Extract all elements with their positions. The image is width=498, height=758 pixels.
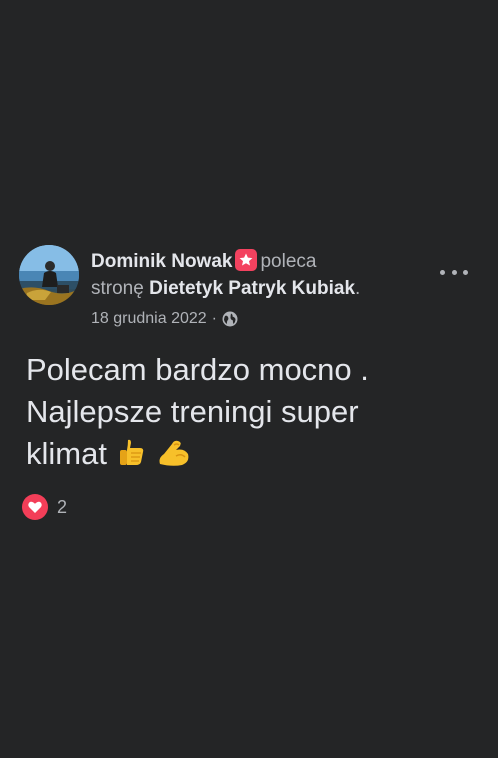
separator-dot: · — [211, 310, 217, 327]
flexed-biceps-emoji — [156, 436, 192, 479]
avatar-photo — [19, 245, 79, 305]
post-text-line3: klimat — [26, 433, 466, 479]
avatar[interactable] — [19, 245, 79, 305]
more-dot — [451, 269, 457, 275]
post-text-line2: Najlepsze treningi super — [26, 394, 359, 429]
post-card: Dominik Nowak poleca stronę Dietetyk Patr… — [0, 244, 498, 520]
post-date[interactable]: 18 grudnia 2022 — [91, 310, 207, 328]
post-text-line1: Polecam bardzo mocno . — [26, 352, 369, 387]
more-options-button[interactable] — [440, 262, 468, 282]
line2-prefix: stronę — [91, 278, 144, 299]
page-suffix: . — [355, 278, 361, 299]
thumbs-up-emoji — [116, 436, 148, 479]
post-subline: 18 grudnia 2022 · — [91, 310, 238, 328]
globe-icon[interactable] — [222, 311, 238, 327]
post-header: Dominik Nowak poleca stronę Dietetyk Patr… — [0, 244, 498, 338]
post-text: Polecam bardzo mocno . Najlepsze trening… — [26, 349, 466, 479]
page-name-link[interactable]: Dietetyk Patryk Kubiak — [149, 278, 355, 299]
post-text-line3-words: klimat — [26, 436, 107, 471]
reaction-count: 2 — [57, 496, 68, 517]
action-word: poleca — [260, 251, 317, 272]
reaction-bar[interactable]: 2 — [22, 494, 67, 520]
heart-icon — [22, 494, 48, 520]
more-dot — [440, 269, 445, 275]
post-meta: Dominik Nowak poleca stronę Dietetyk Patr… — [91, 248, 421, 302]
recommendation-star-icon — [235, 249, 258, 271]
more-dot — [463, 269, 468, 275]
meta-line2: stronę Dietetyk Patryk Kubiak. — [91, 275, 421, 302]
author-name[interactable]: Dominik Nowak — [91, 251, 232, 272]
